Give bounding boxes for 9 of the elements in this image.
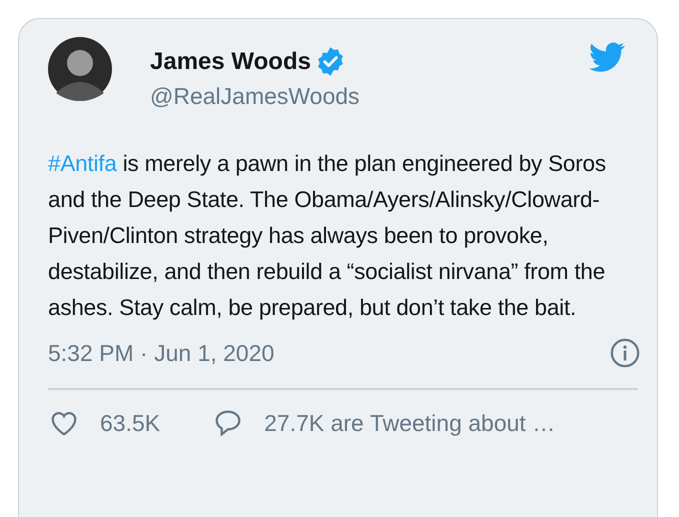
- like-count[interactable]: 63.5K: [100, 410, 160, 436]
- timestamp[interactable]: 5:32 PM · Jun 1, 2020: [48, 340, 274, 366]
- info-icon[interactable]: [610, 338, 640, 368]
- avatar-icon[interactable]: [48, 37, 112, 101]
- tweet-text: #Antifa is merely a pawn in the plan engineered by Soros and the Deep State. The Obama/Ayers/Alinsky/Cloward-Piven/Clinton strategy has always been to provoke, destabilize, and then rebuild a “socialist nirvana” from the ashes. Stay calm, be prepared, but don’t take the bait.: [48, 150, 607, 322]
- author-name[interactable]: James Woods: [150, 48, 311, 76]
- conversation-link[interactable]: 27.7K are Tweeting about …: [264, 410, 556, 436]
- hashtag-link[interactable]: #Antifa: [48, 151, 117, 176]
- author-handle[interactable]: @RealJamesWoods: [150, 83, 585, 110]
